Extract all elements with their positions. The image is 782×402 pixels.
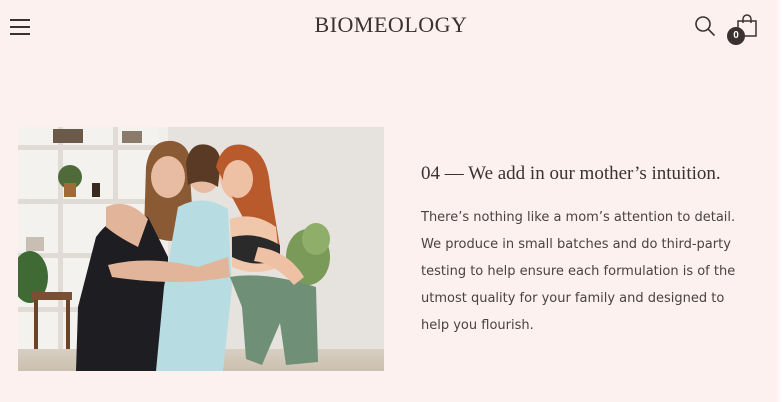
page-edge xyxy=(776,0,782,402)
search-button[interactable] xyxy=(694,15,716,37)
feature-photo-illustration xyxy=(18,127,384,371)
page: BIOMEOLOGY 0 04 — We add in our mother’s… xyxy=(0,0,782,402)
cart-count-badge: 0 xyxy=(727,27,745,45)
feature-heading: 04 — We add in our mother’s intuition. xyxy=(421,163,721,184)
feature-body-text: There’s nothing like a mom’s attention t… xyxy=(421,210,736,333)
search-icon xyxy=(695,16,715,36)
brand-logo[interactable]: BIOMEOLOGY xyxy=(0,12,782,38)
feature-photo xyxy=(18,127,384,371)
